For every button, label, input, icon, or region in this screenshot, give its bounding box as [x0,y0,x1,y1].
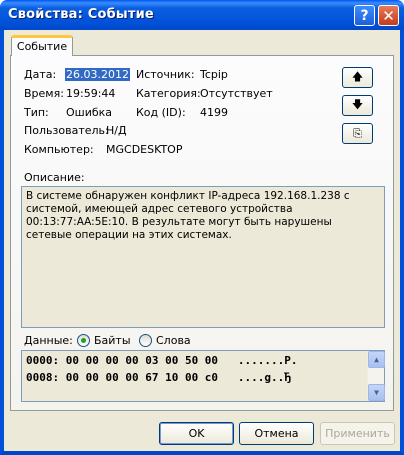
code-label: Код (ID): [136,106,186,119]
code-value[interactable]: 4199 [200,106,228,119]
time-label: Время: [24,87,64,100]
previous-event-button[interactable]: 🡅 [342,67,373,88]
computer-value[interactable]: MGCDESKTOP [106,143,182,156]
source-value[interactable]: Tcpip [200,68,228,81]
description-label: Описание: [24,171,85,184]
window-title: Свойства: Событие [8,7,154,22]
dialog-window: Свойства: Событие ? ✕ Событие Дата: 26.0… [0,0,404,455]
source-label: Источник: [136,68,195,81]
copy-icon: ⎘ [353,126,362,140]
type-value[interactable]: Ошибка [66,106,112,119]
time-value[interactable]: 19:59:44 [66,87,115,100]
description-text[interactable]: В системе обнаружен конфликт IP-адреса 1… [21,186,385,328]
date-value[interactable]: 26.03.2012 [65,68,130,81]
bytes-radio[interactable] [77,334,90,347]
data-line: 0008: 00 00 00 00 67 10 00 c0 ....g..Ђ [26,371,291,384]
data-line: 0000: 00 00 00 00 03 00 50 00 .......P. [26,354,298,367]
scroll-up-icon[interactable]: ▲ [368,351,385,368]
category-value[interactable]: Отсутствует [200,87,273,100]
date-label: Дата: [24,68,57,81]
words-radio-label[interactable]: Слова [156,334,191,347]
close-button[interactable]: ✕ [378,5,399,26]
category-label: Категория: [136,87,201,100]
ok-button[interactable]: OK [159,422,234,445]
bytes-radio-label[interactable]: Байты [94,334,131,347]
apply-button[interactable]: Применить [320,422,395,445]
type-label: Тип: [24,106,49,119]
arrow-up-icon: 🡅 [351,70,364,83]
words-radio[interactable] [139,334,152,347]
computer-label: Компьютер: [24,143,94,156]
cancel-button[interactable]: Отмена [239,422,314,445]
scroll-down-icon[interactable]: ▼ [368,384,385,401]
close-icon: ✕ [382,6,395,25]
data-view[interactable]: 0000: 00 00 00 00 03 00 50 00 .......P. … [21,350,385,402]
tab-event[interactable]: Событие [11,35,73,56]
dialog-body: Событие Дата: 26.03.2012 Источник: Tcpip… [4,30,400,451]
data-label: Данные: [24,334,73,347]
next-event-button[interactable]: 🡇 [342,95,373,116]
title-bar[interactable]: Свойства: Событие ? ✕ [0,0,404,30]
arrow-down-icon: 🡇 [351,98,364,111]
help-button[interactable]: ? [354,5,375,26]
data-scrollbar[interactable]: ▲ ▼ [367,351,385,401]
help-icon: ? [360,7,369,24]
user-label: Пользователь: [24,124,109,137]
copy-button[interactable]: ⎘ [342,123,373,144]
user-value[interactable]: Н/Д [106,124,127,137]
